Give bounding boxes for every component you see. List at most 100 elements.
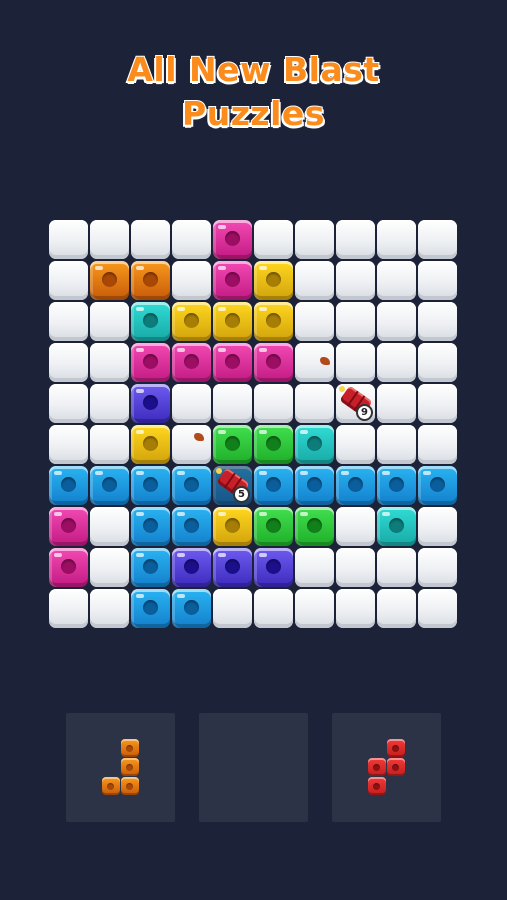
blue-block[interactable]	[377, 466, 416, 505]
empty-cell[interactable]	[377, 261, 416, 300]
empty-cell[interactable]	[418, 220, 457, 259]
piece-tray-1[interactable]	[66, 713, 175, 822]
yellow-block[interactable]	[254, 302, 293, 341]
empty-cell[interactable]	[254, 220, 293, 259]
empty-cell[interactable]	[418, 548, 457, 587]
empty-cell[interactable]	[213, 589, 252, 628]
blue-block[interactable]	[131, 548, 170, 587]
empty-cell[interactable]	[377, 548, 416, 587]
pink-block[interactable]	[213, 343, 252, 382]
empty-cell[interactable]	[49, 261, 88, 300]
blue-block[interactable]	[336, 466, 375, 505]
purple-block[interactable]	[172, 548, 211, 587]
empty-cell[interactable]	[254, 589, 293, 628]
blue-block[interactable]	[131, 466, 170, 505]
blue-block[interactable]	[131, 507, 170, 546]
empty-cell[interactable]	[336, 343, 375, 382]
green-block[interactable]	[295, 507, 334, 546]
empty-cell[interactable]	[49, 589, 88, 628]
empty-cell[interactable]	[90, 507, 129, 546]
blue-block[interactable]	[295, 466, 334, 505]
teal-block[interactable]	[295, 425, 334, 464]
empty-cell[interactable]	[49, 302, 88, 341]
empty-cell[interactable]	[377, 425, 416, 464]
empty-cell[interactable]	[90, 220, 129, 259]
empty-cell[interactable]	[418, 425, 457, 464]
empty-cell[interactable]	[254, 384, 293, 423]
empty-cell[interactable]	[131, 220, 170, 259]
purple-block[interactable]	[254, 548, 293, 587]
empty-cell[interactable]	[90, 548, 129, 587]
empty-cell[interactable]	[90, 425, 129, 464]
empty-cell[interactable]	[377, 589, 416, 628]
empty-cell[interactable]	[336, 220, 375, 259]
yellow-block[interactable]	[131, 425, 170, 464]
pink-block[interactable]	[172, 343, 211, 382]
empty-cell[interactable]	[49, 220, 88, 259]
empty-cell[interactable]	[336, 302, 375, 341]
empty-cell[interactable]	[90, 384, 129, 423]
empty-cell[interactable]	[49, 384, 88, 423]
blue-block[interactable]	[172, 589, 211, 628]
blue-block[interactable]	[131, 589, 170, 628]
red-s-piece[interactable]	[332, 713, 441, 822]
empty-cell[interactable]	[213, 384, 252, 423]
empty-cell[interactable]	[49, 425, 88, 464]
empty-cell[interactable]	[172, 261, 211, 300]
empty-cell[interactable]	[418, 589, 457, 628]
empty-cell[interactable]	[336, 507, 375, 546]
empty-cell[interactable]	[295, 589, 334, 628]
pink-block[interactable]	[213, 261, 252, 300]
empty-cell[interactable]	[336, 589, 375, 628]
blue-block[interactable]	[90, 466, 129, 505]
empty-cell[interactable]	[295, 220, 334, 259]
teal-block[interactable]	[377, 507, 416, 546]
empty-cell[interactable]	[418, 261, 457, 300]
yellow-block[interactable]	[213, 302, 252, 341]
empty-cell[interactable]	[295, 384, 334, 423]
orange-j-piece[interactable]	[66, 713, 175, 822]
pink-block[interactable]	[131, 343, 170, 382]
purple-block[interactable]	[213, 548, 252, 587]
yellow-block[interactable]	[213, 507, 252, 546]
empty-cell[interactable]	[418, 343, 457, 382]
empty-cell[interactable]	[172, 220, 211, 259]
empty-cell[interactable]	[90, 343, 129, 382]
blue-block[interactable]	[49, 466, 88, 505]
piece-tray-3[interactable]	[332, 713, 441, 822]
empty-cell[interactable]	[418, 384, 457, 423]
empty-cell[interactable]	[336, 425, 375, 464]
yellow-block[interactable]	[254, 261, 293, 300]
green-block[interactable]	[213, 425, 252, 464]
pink-block[interactable]	[254, 343, 293, 382]
blue-block[interactable]	[172, 507, 211, 546]
empty-cell[interactable]	[377, 384, 416, 423]
blue-block[interactable]	[418, 466, 457, 505]
orange-block[interactable]	[131, 261, 170, 300]
blue-block[interactable]	[172, 466, 211, 505]
empty-cell[interactable]	[172, 384, 211, 423]
yellow-block[interactable]	[172, 302, 211, 341]
puzzle-board[interactable]: 95	[49, 220, 459, 630]
empty-cell[interactable]	[49, 343, 88, 382]
empty-cell[interactable]	[295, 261, 334, 300]
empty-cell[interactable]	[336, 261, 375, 300]
empty-cell[interactable]	[295, 302, 334, 341]
empty-cell[interactable]	[172, 425, 211, 464]
teal-block[interactable]	[131, 302, 170, 341]
purple-block[interactable]	[131, 384, 170, 423]
pink-block[interactable]	[49, 548, 88, 587]
empty-cell[interactable]	[295, 548, 334, 587]
orange-block[interactable]	[90, 261, 129, 300]
piece-tray-2[interactable]	[199, 713, 308, 822]
empty-cell[interactable]	[377, 302, 416, 341]
green-block[interactable]	[254, 425, 293, 464]
blue-block[interactable]	[254, 466, 293, 505]
pink-block[interactable]	[213, 220, 252, 259]
empty-cell[interactable]	[418, 302, 457, 341]
empty-cell[interactable]	[336, 548, 375, 587]
pink-block[interactable]	[49, 507, 88, 546]
empty-cell[interactable]	[377, 343, 416, 382]
empty-cell[interactable]	[90, 302, 129, 341]
empty-cell[interactable]	[418, 507, 457, 546]
